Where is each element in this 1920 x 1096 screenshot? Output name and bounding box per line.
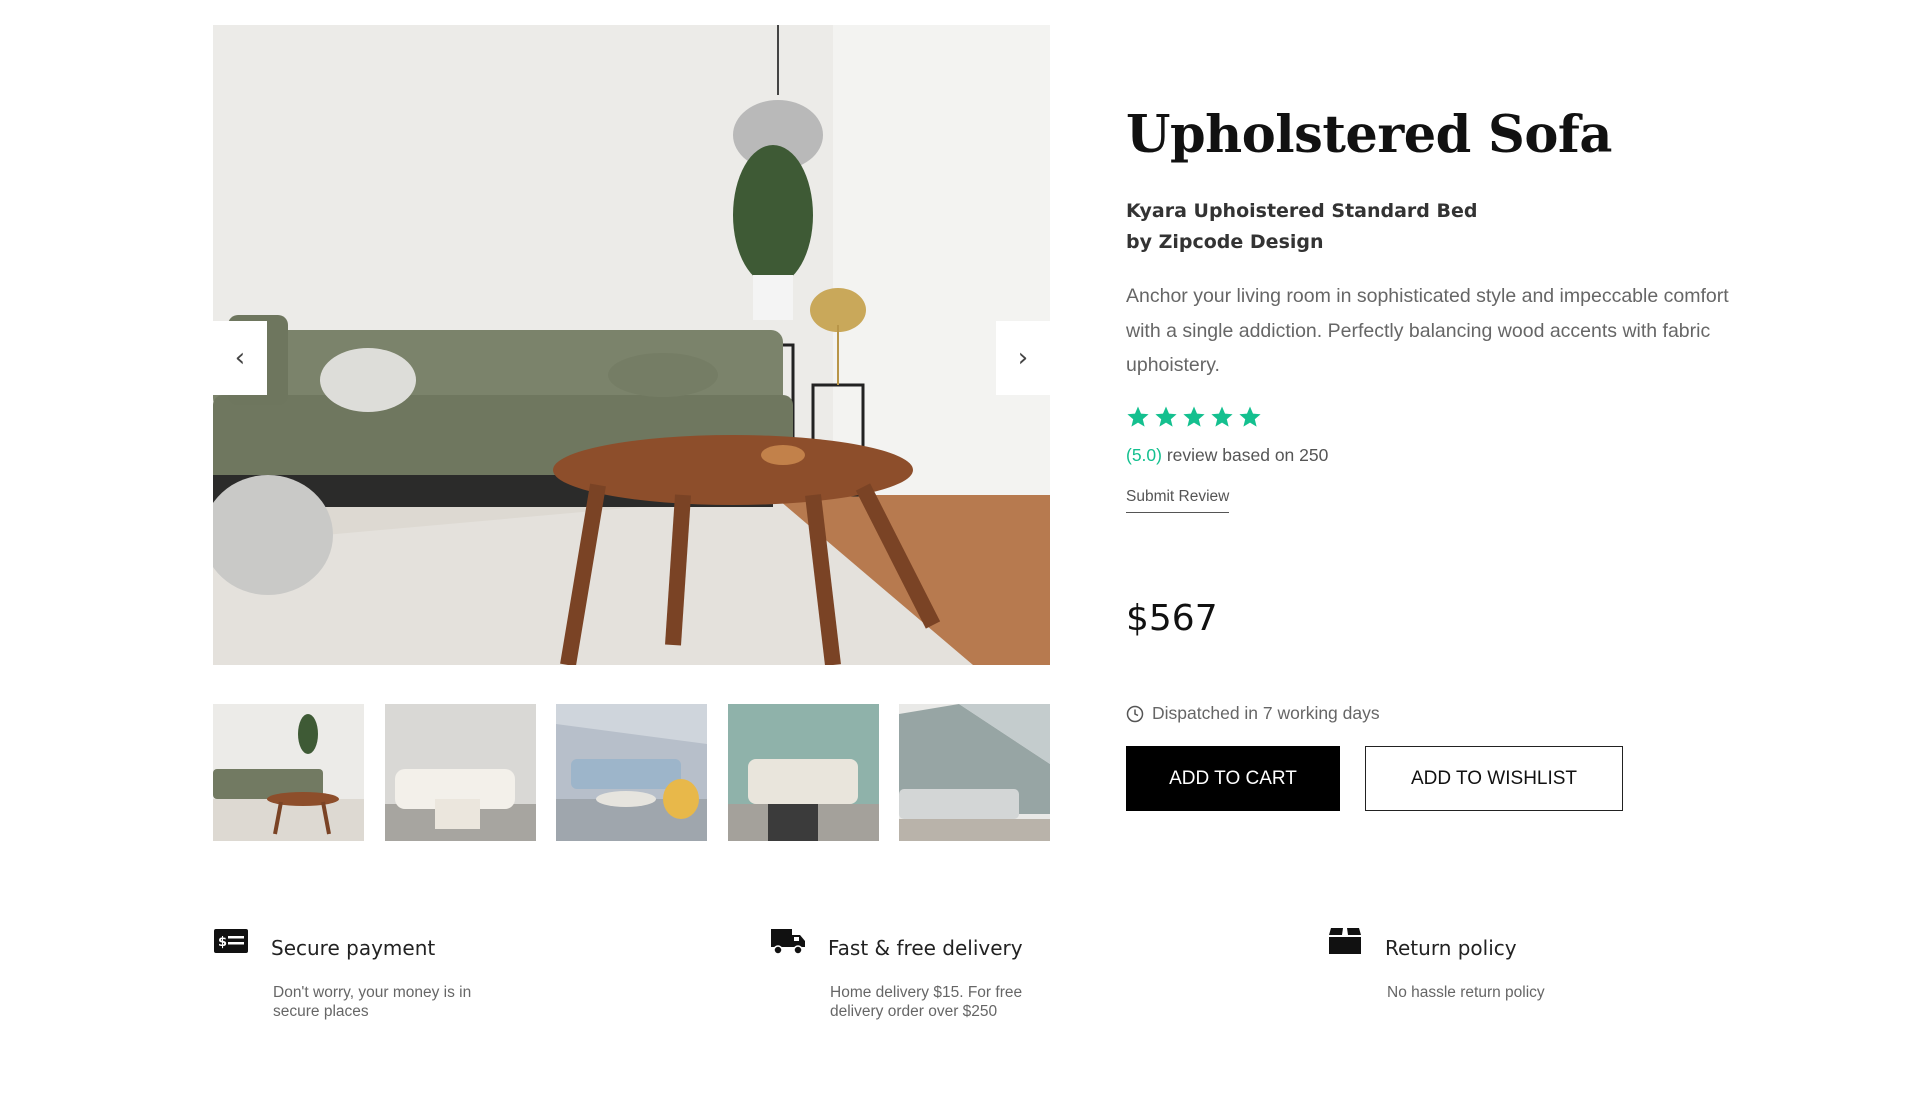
product-title: Upholstered Sofa: [1126, 105, 1612, 165]
product-subtitle-line-1: Kyara Uphoistered Standard Bed: [1126, 200, 1478, 222]
product-price: $567: [1126, 598, 1218, 639]
living-room-photo: [213, 25, 1050, 665]
star-icon: [1238, 405, 1262, 429]
gallery-prev-button[interactable]: ‹: [213, 321, 267, 395]
feature-title: Secure payment: [271, 936, 436, 960]
thumbnail-image: [213, 704, 364, 841]
thumbnail-image: [384, 704, 536, 841]
rating-stars: [1126, 405, 1746, 431]
thumbnail-image: [727, 704, 879, 841]
product-info: Upholstered Sofa Kyara Uphoistered Stand…: [1126, 100, 1746, 513]
thumbnail-image: [899, 704, 1050, 841]
star-icon: [1210, 405, 1234, 429]
gallery-next-button[interactable]: ›: [996, 321, 1050, 395]
feature-text: Home delivery $15. For free delivery ord…: [830, 984, 1023, 1020]
truck-icon: [770, 926, 806, 956]
product-subtitle-line-2: by Zipcode Design: [1126, 231, 1324, 253]
feature-text: Don't worry, your money is in secure pla…: [273, 984, 472, 1020]
review-summary: (5.0) review based on 250: [1126, 445, 1746, 466]
thumbnail-5[interactable]: [899, 704, 1050, 841]
thumbnail-strip: [213, 704, 1050, 841]
thumbnail-3[interactable]: [556, 704, 707, 841]
star-icon: [1182, 405, 1206, 429]
dispatch-text: Dispatched in 7 working days: [1152, 703, 1380, 723]
clock-icon: [1126, 705, 1144, 723]
thumbnail-image: [556, 704, 707, 841]
product-description: Anchor your living room in sophisticated…: [1126, 285, 1729, 376]
dispatch-info: Dispatched in 7 working days: [1126, 703, 1380, 724]
feature-title: Return policy: [1385, 936, 1517, 960]
star-icon: [1154, 405, 1178, 429]
thumbnail-4[interactable]: [727, 704, 879, 841]
feature-title: Fast & free delivery: [828, 936, 1023, 960]
thumbnail-1[interactable]: [213, 704, 364, 841]
box-icon: [1327, 926, 1363, 956]
submit-review-link[interactable]: Submit Review: [1126, 488, 1230, 513]
svg-text:$: $: [218, 935, 227, 950]
rating-score: (5.0): [1126, 444, 1162, 465]
add-to-wishlist-button[interactable]: ADD TO WISHLIST: [1365, 746, 1623, 811]
feature-text: No hassle return policy: [1387, 984, 1545, 1001]
review-count-text: review based on 250: [1161, 444, 1329, 465]
product-main-image: ‹ ›: [213, 25, 1050, 665]
add-to-cart-button[interactable]: ADD TO CART: [1126, 746, 1340, 811]
product-subtitle: Kyara Uphoistered Standard Bed by Zipcod…: [1126, 196, 1746, 258]
payment-card-icon: $: [213, 926, 249, 956]
star-icon: [1126, 405, 1150, 429]
thumbnail-2[interactable]: [384, 704, 536, 841]
